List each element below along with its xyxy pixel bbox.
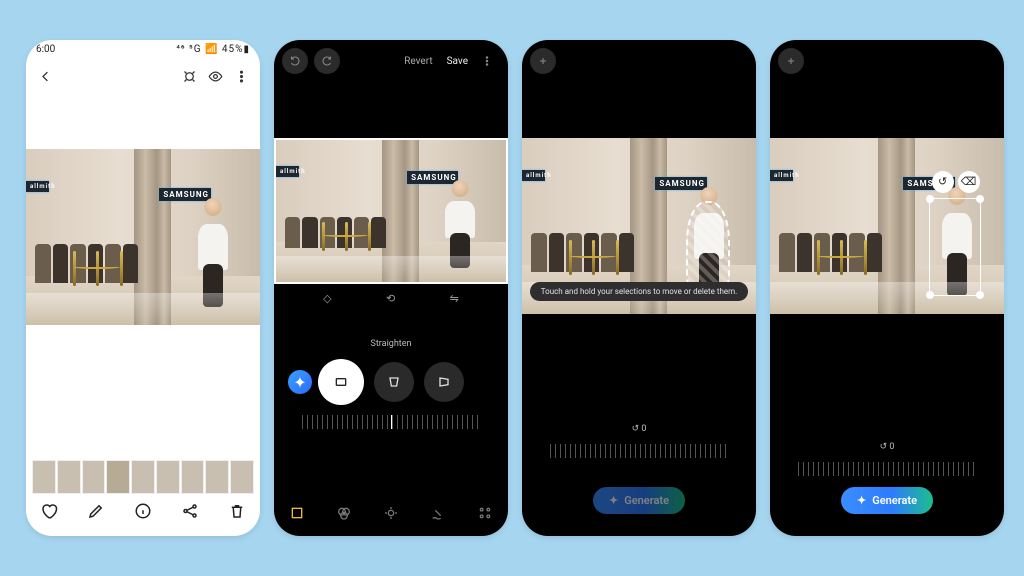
erase-mini-button[interactable]: ⌫ bbox=[958, 171, 980, 193]
vertical-perspective-button[interactable] bbox=[424, 362, 464, 402]
save-button[interactable]: Save bbox=[447, 56, 468, 67]
photo-viewport[interactable]: allmith SAMSUNG bbox=[26, 149, 260, 325]
flip-icon[interactable]: ⇋ bbox=[450, 292, 459, 305]
aspect-tool-row: ◇ ⟲ ⇋ bbox=[296, 292, 486, 305]
visibility-icon[interactable] bbox=[202, 63, 228, 89]
delete-button[interactable] bbox=[228, 502, 246, 524]
resize-handle[interactable] bbox=[976, 195, 984, 203]
status-time: 6:00 bbox=[36, 44, 55, 55]
filters-tab[interactable] bbox=[335, 504, 353, 522]
info-button[interactable] bbox=[134, 502, 152, 524]
angle-readout: 0 bbox=[770, 442, 1004, 452]
more-options-icon[interactable] bbox=[474, 48, 500, 74]
ai-sparkle-button[interactable]: ✦ bbox=[288, 370, 312, 394]
sticker-tab[interactable] bbox=[476, 504, 494, 522]
thumbnail[interactable] bbox=[82, 460, 106, 494]
thumbnail[interactable] bbox=[205, 460, 229, 494]
editor-transform-screen: Revert Save allmith SAMSUNG ◇ ⟲ ⇋ Straig… bbox=[274, 40, 508, 536]
redo-button[interactable] bbox=[314, 48, 340, 74]
angle-dial[interactable] bbox=[798, 462, 976, 476]
thumbnail[interactable] bbox=[230, 460, 254, 494]
gallery-top-bar bbox=[26, 59, 260, 93]
status-indicators: ⁴⁶ ⁵G 📶 45%▮ bbox=[176, 44, 250, 55]
draw-tab[interactable] bbox=[429, 504, 447, 522]
bixby-vision-icon[interactable] bbox=[176, 63, 202, 89]
free-ratio-icon[interactable]: ◇ bbox=[323, 292, 331, 305]
thumbnail[interactable] bbox=[156, 460, 180, 494]
horizontal-perspective-button[interactable] bbox=[374, 362, 414, 402]
share-button[interactable] bbox=[181, 502, 199, 524]
angle-dial[interactable] bbox=[550, 444, 728, 458]
thumbnail[interactable] bbox=[131, 460, 155, 494]
thumbnail[interactable] bbox=[181, 460, 205, 494]
revert-button[interactable]: Revert bbox=[404, 56, 432, 67]
editor-tab-bar bbox=[274, 504, 508, 522]
angle-readout: 0 bbox=[522, 424, 756, 434]
transform-tab[interactable] bbox=[288, 504, 306, 522]
back-button[interactable] bbox=[32, 63, 58, 89]
undo-mini-button[interactable]: ↺ bbox=[932, 171, 954, 193]
straighten-mode-button[interactable] bbox=[318, 359, 364, 405]
thumbnail-strip[interactable] bbox=[32, 460, 254, 494]
resize-handle[interactable] bbox=[926, 195, 934, 203]
rotate-icon[interactable]: ⟲ bbox=[386, 292, 395, 305]
angle-dial[interactable] bbox=[302, 415, 480, 429]
undo-button[interactable] bbox=[282, 48, 308, 74]
adjust-tab[interactable] bbox=[382, 504, 400, 522]
add-button[interactable] bbox=[778, 48, 804, 74]
favorite-button[interactable] bbox=[40, 502, 58, 524]
generative-transform-screen: Deselect allmith SAMSUNG ↺ ⌫ 0 Generate bbox=[770, 40, 1004, 536]
store-sign: allmith bbox=[26, 181, 49, 192]
add-button[interactable] bbox=[530, 48, 556, 74]
straighten-label: Straighten bbox=[274, 339, 508, 349]
more-options-icon[interactable] bbox=[228, 63, 254, 89]
thumbnail[interactable] bbox=[106, 460, 130, 494]
generate-button[interactable]: Generate bbox=[593, 487, 685, 514]
status-bar: 6:00 ⁴⁶ ⁵G 📶 45%▮ bbox=[26, 40, 260, 59]
crop-frame[interactable]: allmith SAMSUNG bbox=[274, 138, 508, 284]
transform-mode-row: ✦ bbox=[274, 359, 508, 405]
thumbnail[interactable] bbox=[32, 460, 56, 494]
editor-top-bar: Revert Save bbox=[274, 40, 508, 82]
gallery-bottom-bar bbox=[26, 496, 260, 530]
thumbnail[interactable] bbox=[57, 460, 81, 494]
selection-marquee[interactable] bbox=[686, 201, 730, 293]
generate-button[interactable]: Generate bbox=[841, 487, 933, 514]
photo-viewport[interactable]: Deselect allmith SAMSUNG ↺ ⌫ bbox=[770, 138, 1004, 314]
hint-toast: Touch and hold your selections to move o… bbox=[530, 282, 748, 301]
gallery-viewer-screen: 6:00 ⁴⁶ ⁵G 📶 45%▮ allmith SAMSUNG bbox=[26, 40, 260, 536]
edit-button[interactable] bbox=[87, 502, 105, 524]
generative-select-screen: Deselect allmith SAMSUNG Touch and hold … bbox=[522, 40, 756, 536]
